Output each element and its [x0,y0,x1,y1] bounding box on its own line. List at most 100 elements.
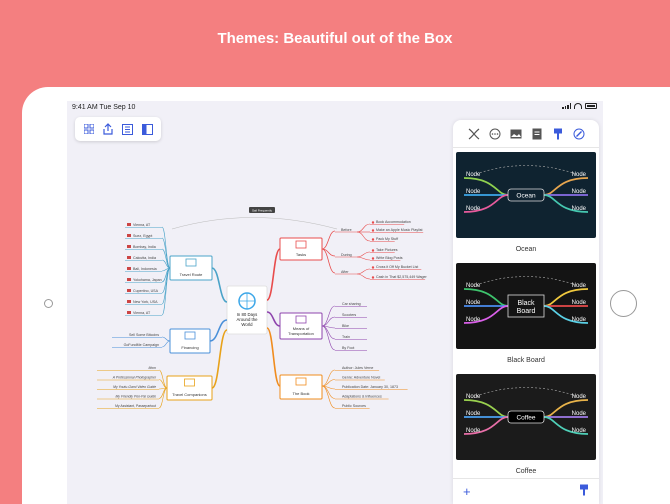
tasks-item-link [356,268,371,275]
tasks-sub-label: During [341,253,352,257]
financing-item: GoFundMe Campaign [124,343,159,347]
book-item-link [321,369,336,387]
theme-center-label: Coffee [516,415,535,422]
tasks-item-bullet [371,276,375,279]
central-label: World [241,322,253,327]
tasks-item-link [356,256,371,261]
book-item: Publication Date: January 30, 1873 [342,385,398,389]
mindmap-svg: Sail FrequentlyIn 80 DaysAround theWorld… [97,207,428,409]
theme-node-left: Node [466,411,481,417]
theme-node-left: Node [466,394,481,400]
tasks-sub-label: Before [341,228,352,232]
note-icon[interactable] [531,128,543,140]
tasks-item: Pack My Stuff [376,237,398,241]
travel-item: Suez, Egypt [133,234,152,238]
transport-item-link [321,325,336,351]
battery-icon [585,103,597,109]
travel-item: Cupertino, USA [133,289,159,293]
branch-transport [266,311,281,327]
theme-node-left: Node [466,317,481,323]
mindmap-canvas[interactable]: Sail Frequently In 80 Days Around the World… [67,101,447,504]
flag-icon [127,278,131,281]
theme-card-ocean[interactable]: Node Node Node Node Node Node Ocean Ocean [456,152,596,262]
theme-node-left: Node [466,206,481,212]
companions-item: My Friendly Pen-Pal Guide [115,395,156,399]
tasks-item: Cross it Off My Bucket List [376,265,418,269]
theme-preview-coffee: Node Node Node Node Node Node Coffee [456,374,596,460]
style-icon[interactable] [468,128,480,140]
outline-icon[interactable] [121,122,135,136]
book-item: Author: Jules Verne [342,366,373,370]
topic-travel-label: Travel Route [180,272,204,277]
theme-preview-ocean: Node Node Node Node Node Node Ocean [456,152,596,238]
relationship-label: Sail Frequently [252,209,273,213]
branch-book [266,327,281,387]
tasks-item: Make an Apple Music Playlist [376,228,423,232]
topic-financing-label: Financing [181,345,198,350]
companions-item-link [158,369,168,389]
relationship-line [171,217,338,230]
image-icon[interactable] [510,128,522,140]
theme-node-right: Node [572,394,587,400]
theme-node-right: Node [572,300,587,306]
travel-item: Vienna, AT [133,223,151,227]
share-icon[interactable] [101,122,115,136]
branch-tasks [266,248,281,301]
topic-companions-label: Travel Companions [172,392,207,397]
tasks-item-bullet [371,266,375,269]
more-icon[interactable] [489,128,501,140]
travel-item: New York, USA [133,300,158,304]
companions-item: My Assistant, Passepartout [115,404,156,408]
panel-footer: + [453,478,599,504]
transport-item-link [321,316,336,327]
camera-dot [44,299,53,308]
transport-item: Car sharing [342,302,361,306]
tasks-item: Book Accommodation [376,220,411,224]
theme-node-left: Node [466,172,481,178]
tasks-item-link [356,251,371,258]
app-screen: 9:41 AM Tue Sep 10 Sail Frequently In 80 … [67,101,603,504]
theme-card-blackboard[interactable]: Node Node Node Node Node Node Black Board Black… [456,263,596,373]
theme-node-right: Node [572,189,587,195]
theme-node-left: Node [466,300,481,306]
brush-icon[interactable] [552,128,564,140]
sidebar-icon[interactable] [140,122,154,136]
add-theme-button[interactable]: + [463,484,471,499]
theme-node-right: Node [572,428,587,434]
travel-item-link [161,267,171,305]
tasks-item-link [356,231,371,242]
theme-node-left: Node [466,428,481,434]
theme-preview-blackboard: Node Node Node Node Node Node Black Board [456,263,596,349]
flag-icon [127,223,131,226]
travel-item: Bombay, India [133,245,156,249]
tasks-item-bullet [371,238,375,241]
travel-item: Vienna, AT [133,311,151,315]
book-item: Genre: Adventure Novel [342,376,381,380]
tasks-item-bullet [371,249,375,252]
home-button[interactable] [610,290,637,317]
panel-tabs [453,120,599,148]
tasks-item-bullet [371,257,375,260]
theme-node-right: Node [572,206,587,212]
travel-item-link [161,226,171,269]
grid-icon[interactable] [82,122,96,136]
theme-center-label: Ocean [516,193,536,200]
flag-icon [127,234,131,237]
tasks-item: Take Pictures [376,248,398,252]
flag-icon [127,289,131,292]
tasks-item: Cash in That $2,575,449 Wager [376,275,428,279]
theme-name-ocean: Ocean [515,246,537,253]
compass-icon[interactable] [573,128,585,140]
companions-item: My Youtu-Gami Video Guide [113,385,156,389]
branch-financing [209,319,228,342]
theme-card-coffee[interactable]: Node Node Node Node Node Node Coffee Coffee [456,374,596,484]
tasks-item-bullet [371,221,375,224]
theme-node-left: Node [466,283,481,289]
topic-book-label: The Book [292,391,309,396]
book-item: Adaptations & Influences [342,395,382,399]
flag-icon [127,256,131,259]
transport-item-link [321,305,336,327]
transport-item: Train [342,335,350,339]
travel-item: Calcutta, India [133,256,156,260]
format-brush-icon[interactable] [579,483,589,501]
